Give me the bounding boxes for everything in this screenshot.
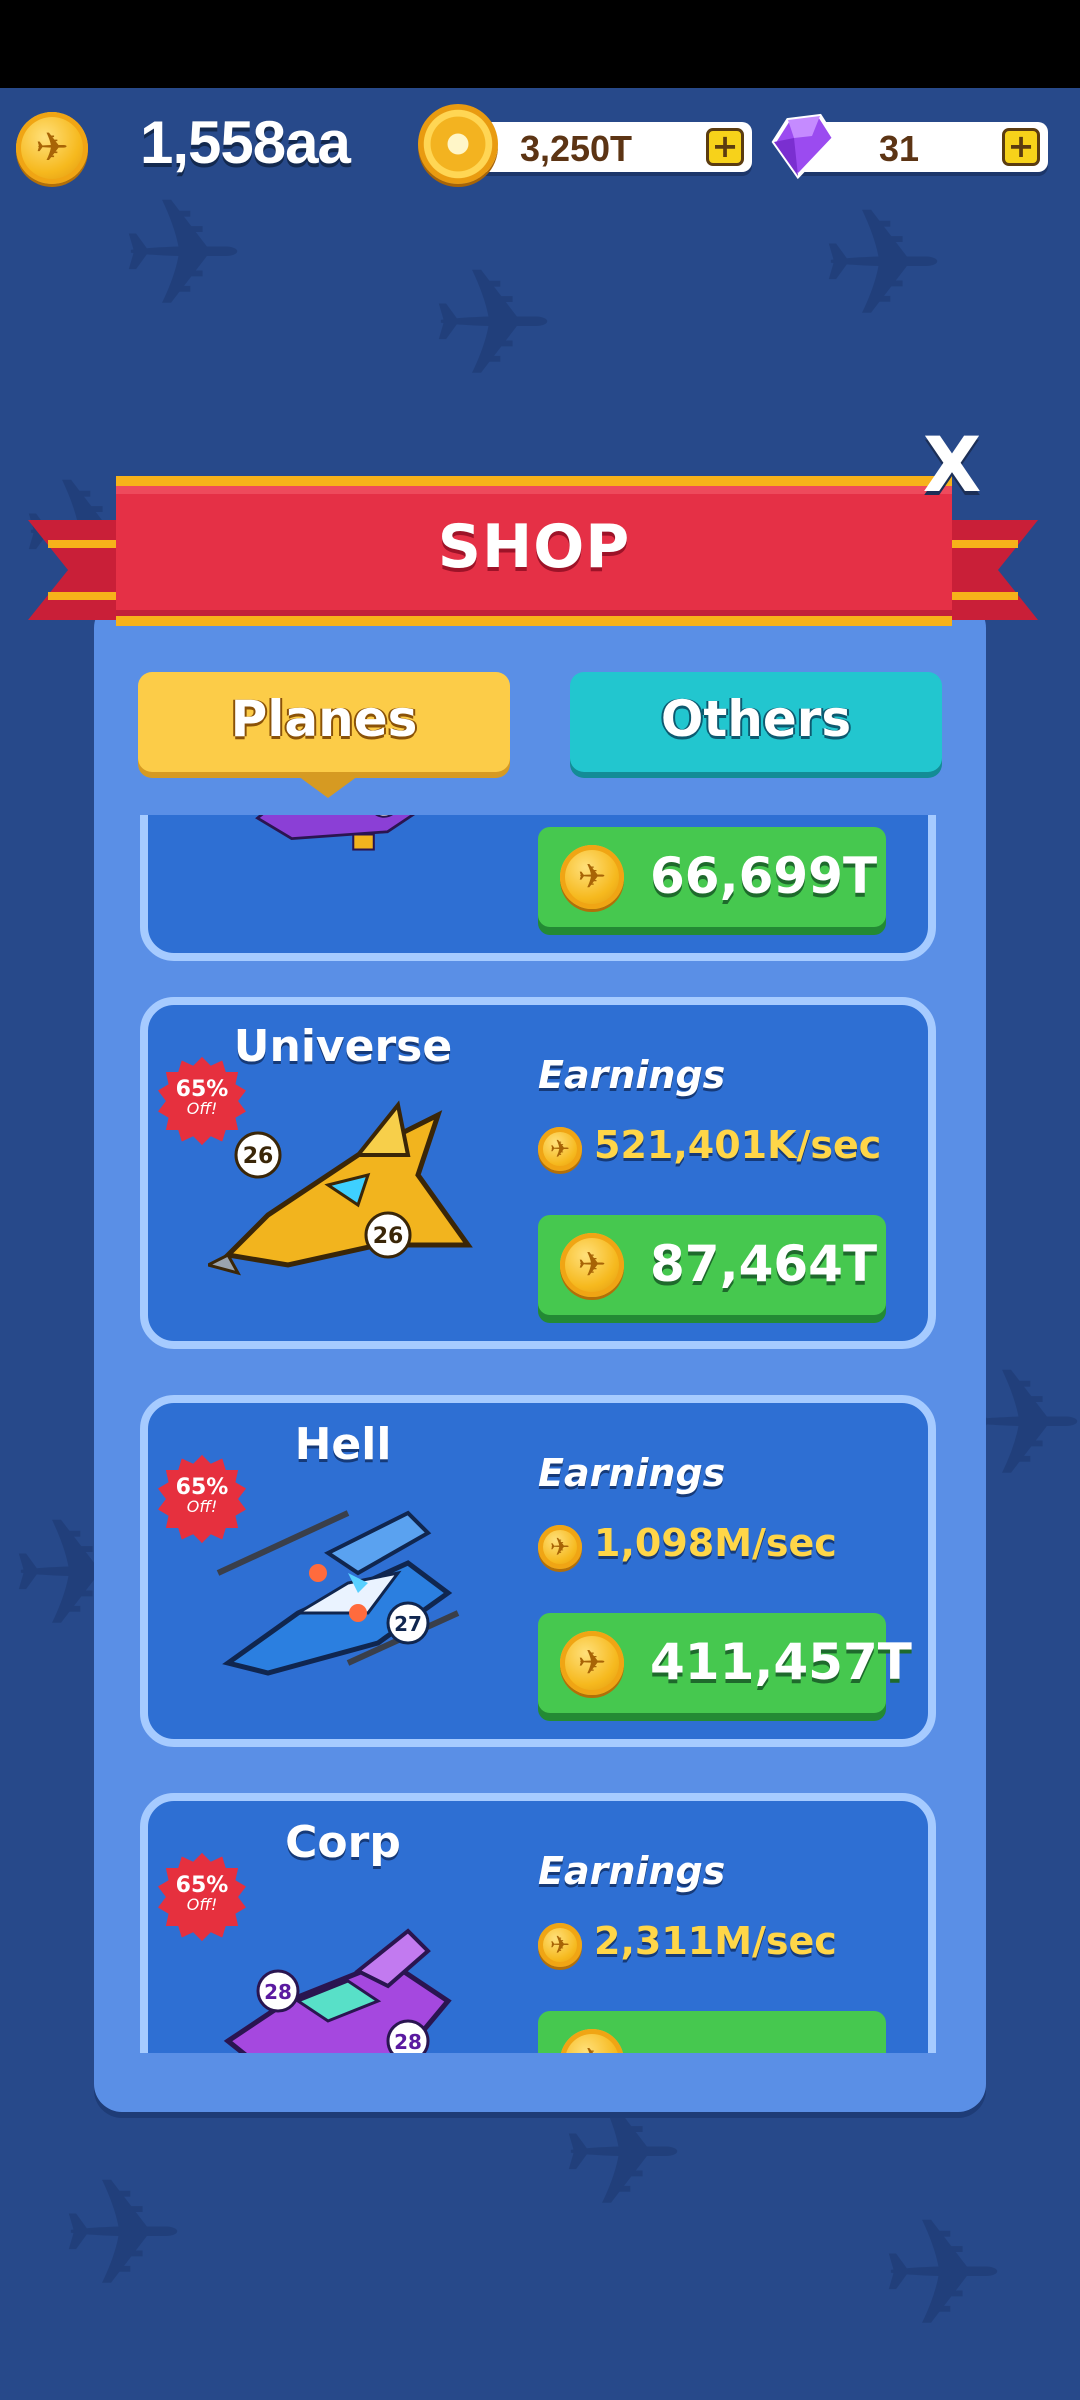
buy-button[interactable]: ✈ 87,464T [538,1215,886,1315]
coin-icon: ✈ [538,1923,582,1967]
earnings-rate: 521,401K/sec [594,1123,882,1167]
tab-others[interactable]: Others [570,672,942,772]
plane-level: 26 [243,1144,274,1169]
earnings-label: Earnings [538,1451,726,1495]
plane-level-2: 28 [394,2030,422,2053]
gear-icon [418,104,498,184]
plane-price: 87,464T [650,1235,878,1293]
plane-card: Corp 65% Off! 28 28 Earnings ✈ 2,311M/se… [140,1793,936,2053]
plane-card: Universe 65% Off! 26 26 Earnings ✈ 521,4… [140,997,936,1349]
plane-name: Universe [233,1021,453,1072]
background-plane-icon: ✈ [880,2188,1006,2362]
plane-card: 25 ✈ 66,699T [140,815,936,961]
background-plane-icon: ✈ [430,238,556,412]
earnings-rate: 1,098M/sec [594,1521,837,1565]
background-plane-icon: ✈ [60,2148,186,2322]
coin-icon: ✈ [560,2029,624,2053]
coin-icon: ✈ [560,1233,624,1297]
shop-title: SHOP [437,512,631,582]
plane-image: 25 [255,815,416,851]
add-gears-button[interactable]: + [706,128,744,166]
coin-icon: ✈ [16,112,88,184]
add-gems-button[interactable]: + [1002,128,1040,166]
buy-button[interactable]: ✈ [538,2011,886,2053]
coin-balance: 1,558aa [140,109,351,176]
tab-planes[interactable]: Planes [138,672,510,772]
plane-price: 66,699T [650,847,878,905]
plane-name: Hell [294,1419,392,1470]
tab-pointer [298,776,358,798]
background-plane-icon: ✈ [820,178,946,352]
shop-ribbon: SHOP [28,470,1038,660]
ribbon-band: SHOP [116,476,952,626]
plane-list[interactable]: 25 ✈ 66,699T Universe 65% Off! 26 26 Ear… [138,815,942,2053]
buy-button[interactable]: ✈ 66,699T [538,827,886,927]
plane-name: Corp [285,1817,401,1868]
coin-icon: ✈ [538,1127,582,1171]
plane-image: 27 [216,1510,460,1676]
earnings-label: Earnings [538,1849,726,1893]
earnings-label: Earnings [538,1053,726,1097]
coin-icon: ✈ [560,845,624,909]
status-bar [0,0,1080,88]
plane-card: Hell 65% Off! 27 Earnings ✈ 1,098M/sec ✈… [140,1395,936,1747]
earnings-rate: 2,311M/sec [594,1919,837,1963]
plane-level-2: 26 [373,1224,404,1249]
coin-icon: ✈ [560,1631,624,1695]
plane-image: 26 26 [208,1100,473,1276]
plane-price: 411,457T [650,1633,912,1691]
plane-level: 28 [264,1980,292,2004]
coin-icon: ✈ [538,1525,582,1569]
close-button[interactable]: X [922,427,982,503]
gem-icon [771,113,837,180]
background-plane-icon: ✈ [120,168,246,342]
plane-image: 28 28 [223,1928,452,2053]
buy-button[interactable]: ✈ 411,457T [538,1613,912,1713]
plane-level: 27 [394,1612,422,1636]
